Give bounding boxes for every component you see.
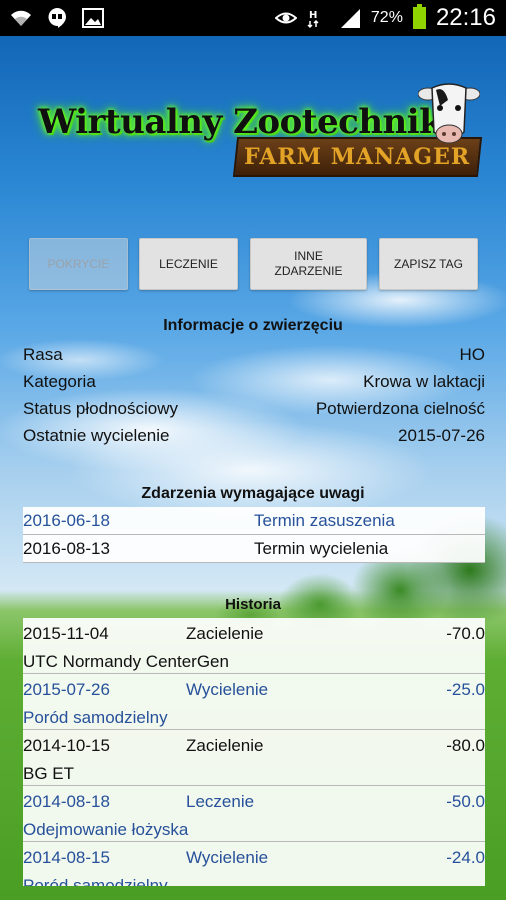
svg-text:H: H xyxy=(309,10,317,21)
signal-icon xyxy=(339,7,361,29)
inne-zdarzenie-button[interactable]: INNE ZDARZENIE xyxy=(250,238,367,290)
history-desc: Poród samodzielny xyxy=(23,708,168,727)
info-label: Status płodnościowy xyxy=(23,398,178,418)
history-amount: -80.0 xyxy=(446,736,485,755)
info-value: Potwierdzona cielność xyxy=(315,398,485,418)
event-name: Termin wycielenia xyxy=(254,538,389,558)
history-amount: -25.0 xyxy=(446,680,485,699)
history-type: Zacielenie xyxy=(186,736,264,755)
info-label: Kategoria xyxy=(23,371,96,391)
clock: 22:16 xyxy=(435,4,496,31)
eye-icon xyxy=(274,7,298,29)
history-item[interactable]: 2014-10-15 Zacielenie -80.0 BG ET xyxy=(23,730,485,786)
events-table: 2016-06-18 Termin zasuszenia 2016-08-13 … xyxy=(23,507,485,563)
events-title: Zdarzenia wymagające uwagi xyxy=(141,485,365,502)
hspa-icon: H xyxy=(307,7,329,29)
history-type: Wycielenie xyxy=(186,848,269,867)
info-row-status: Status płodnościowy Potwierdzona cielnoś… xyxy=(23,395,485,422)
inne-zdarzenie-label-line1: INNE xyxy=(294,249,323,263)
info-value: Krowa w laktacji xyxy=(363,371,485,391)
app-logo: Wirtualny Zootechnik FARM MANAGER xyxy=(30,80,490,185)
info-value: HO xyxy=(459,344,486,364)
info-row-ostatnie-wycielenie: Ostatnie wycielenie 2015-07-26 xyxy=(23,422,485,449)
event-name: Termin zasuszenia xyxy=(254,510,395,530)
info-value: 2015-07-26 xyxy=(398,425,485,445)
event-date: 2016-08-13 xyxy=(23,538,110,558)
hangouts-icon xyxy=(46,7,68,29)
history-desc: UTC Normandy CenterGen xyxy=(23,652,229,671)
history-amount: -50.0 xyxy=(446,792,485,811)
history-item[interactable]: 2014-08-18 Leczenie -50.0 Odejmowanie ło… xyxy=(23,786,485,842)
history-type: Leczenie xyxy=(186,792,255,811)
history-date: 2014-08-18 xyxy=(23,792,110,811)
event-date: 2016-06-18 xyxy=(23,510,110,530)
history-desc: Odejmowanie łożyska xyxy=(23,820,189,839)
cow-icon xyxy=(418,83,480,144)
history-item[interactable]: 2015-07-26 Wycielenie -25.0 Poród samodz… xyxy=(23,674,485,730)
battery-percent: 72% xyxy=(370,9,403,26)
event-row[interactable]: 2016-06-18 Termin zasuszenia xyxy=(23,507,485,535)
history-amount: -70.0 xyxy=(446,624,485,643)
event-row[interactable]: 2016-08-13 Termin wycielenia xyxy=(23,535,485,563)
history-date: 2015-11-04 xyxy=(23,624,109,643)
info-label: Rasa xyxy=(23,344,63,364)
status-bar: H 72% 22:16 xyxy=(0,0,506,36)
action-button-row: POKRYCIE LECZENIE INNE ZDARZENIE ZAPISZ … xyxy=(0,238,506,290)
history-desc: Poród samodzielny xyxy=(23,876,168,886)
history-item[interactable]: 2015-11-04 Zacielenie -70.0 UTC Normandy… xyxy=(23,618,485,674)
inne-zdarzenie-label-line2: ZDARZENIE xyxy=(274,264,343,278)
info-title: Informacje o zwierzęciu xyxy=(163,317,343,334)
history-title: Historia xyxy=(225,596,281,613)
info-row-kategoria: Kategoria Krowa w laktacji xyxy=(23,368,485,395)
zapisz-tag-button[interactable]: ZAPISZ TAG xyxy=(379,238,478,290)
history-item[interactable]: 2014-08-15 Wycielenie -24.0 Poród samodz… xyxy=(23,842,485,886)
history-type: Wycielenie xyxy=(186,680,269,699)
history-date: 2014-08-15 xyxy=(23,848,110,867)
history-list[interactable]: 2015-11-04 Zacielenie -70.0 UTC Normandy… xyxy=(23,618,485,886)
info-row-rasa: Rasa HO xyxy=(23,341,485,368)
leczenie-button[interactable]: LECZENIE xyxy=(139,238,238,290)
info-label: Ostatnie wycielenie xyxy=(23,425,170,445)
image-icon xyxy=(82,7,104,29)
history-amount: -24.0 xyxy=(446,848,485,867)
wifi-icon xyxy=(10,7,32,29)
history-desc: BG ET xyxy=(23,764,75,783)
battery-icon xyxy=(412,4,426,29)
pokrycie-button[interactable]: POKRYCIE xyxy=(29,238,128,290)
logo-title: Wirtualny Zootechnik xyxy=(38,102,443,142)
history-date: 2015-07-26 xyxy=(23,680,110,699)
history-date: 2014-10-15 xyxy=(23,736,110,755)
history-type: Zacielenie xyxy=(186,624,264,643)
